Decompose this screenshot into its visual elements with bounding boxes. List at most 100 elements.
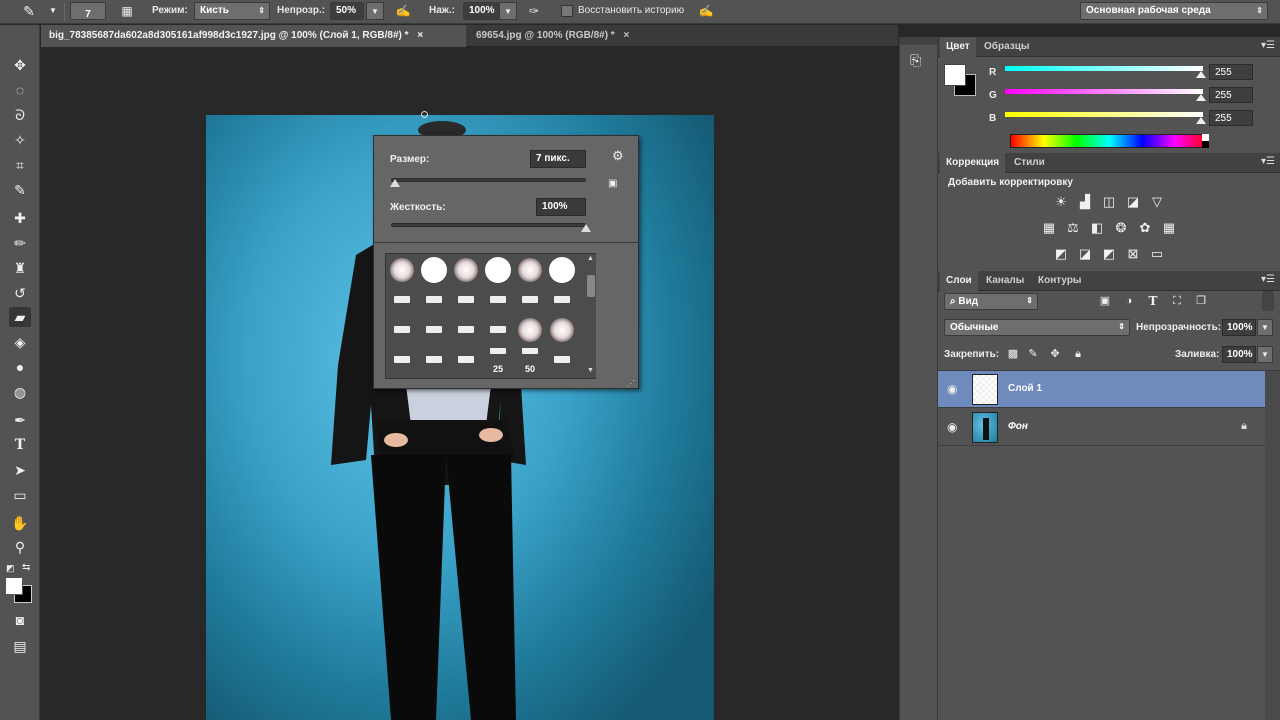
layer-row-layer1[interactable]: ◉ Слой 1: [938, 371, 1265, 408]
quick-selection-tool-icon[interactable]: ✧: [9, 130, 31, 150]
invert-icon[interactable]: ◩: [1052, 245, 1070, 263]
numbered-brush[interactable]: 25: [484, 346, 512, 374]
tab-swatches[interactable]: Образцы: [978, 37, 1035, 57]
red-channel-value[interactable]: 255: [1209, 64, 1253, 80]
panel-menu-icon[interactable]: ▾☰: [1261, 156, 1275, 167]
history-panel-icon[interactable]: ⎘: [910, 52, 921, 69]
slider-thumb[interactable]: [1196, 94, 1206, 101]
panel-menu-icon[interactable]: ▾☰: [1261, 40, 1275, 51]
dodge-tool-icon[interactable]: ◍: [9, 382, 31, 402]
tab-document-1[interactable]: big_78385687da602a8d305161af998d3c1927.j…: [41, 25, 466, 47]
airbrush-icon[interactable]: ✑: [525, 2, 543, 20]
hard-round-brush[interactable]: [484, 256, 512, 284]
scroll-thumb[interactable]: [587, 275, 595, 297]
curves-icon[interactable]: ◫: [1100, 193, 1118, 211]
eraser-tool-icon[interactable]: ✎: [20, 2, 38, 20]
close-icon[interactable]: ×: [623, 30, 629, 41]
tab-layers[interactable]: Слои: [940, 271, 978, 291]
default-colors-icon[interactable]: ◩: [6, 563, 15, 574]
fill-input[interactable]: 100%: [1222, 346, 1256, 363]
photo-filter-icon[interactable]: ❂: [1112, 219, 1130, 237]
hue-saturation-icon[interactable]: ▦: [1040, 219, 1058, 237]
opacity-chevron-icon[interactable]: ▼: [366, 2, 384, 20]
paint-bucket-tool-icon[interactable]: ◈: [9, 332, 31, 352]
layers-scrollbar[interactable]: [1265, 371, 1280, 720]
size-slider-thumb[interactable]: [389, 179, 400, 187]
color-spectrum-bar[interactable]: [1010, 134, 1209, 148]
color-balance-icon[interactable]: ⚖: [1064, 219, 1082, 237]
gear-icon[interactable]: ⚙: [612, 148, 624, 164]
green-channel-slider[interactable]: [1005, 89, 1203, 94]
close-icon[interactable]: ×: [417, 30, 423, 41]
tip-brush[interactable]: [548, 286, 576, 314]
black-white-icon[interactable]: ◧: [1088, 219, 1106, 237]
pen-tool-icon[interactable]: ✒: [9, 410, 31, 430]
foreground-color-swatch[interactable]: [5, 577, 23, 595]
channel-mixer-icon[interactable]: ✿: [1136, 219, 1154, 237]
quick-mask-icon[interactable]: ◙: [9, 610, 31, 630]
tip-brush[interactable]: [452, 286, 480, 314]
tip-brush[interactable]: [452, 346, 480, 374]
green-channel-value[interactable]: 255: [1209, 87, 1253, 103]
eraser-tool-icon[interactable]: ▰: [9, 307, 31, 327]
zoom-tool-icon[interactable]: ⚲: [9, 537, 31, 557]
pressure-opacity-icon[interactable]: ✍: [394, 2, 412, 20]
lock-transparent-icon[interactable]: ▩: [1004, 345, 1022, 363]
soft-round-brush[interactable]: [516, 256, 544, 284]
vibrance-icon[interactable]: ▽: [1148, 193, 1166, 211]
scroll-down-icon[interactable]: ▼: [587, 367, 594, 374]
filter-toggle[interactable]: [1262, 291, 1274, 311]
tip-brush[interactable]: [420, 346, 448, 374]
brightness-contrast-icon[interactable]: ☀: [1052, 193, 1070, 211]
blend-mode-dropdown[interactable]: Обычные ⇕: [944, 319, 1130, 336]
brush-panel-toggle-icon[interactable]: ▦: [118, 2, 136, 20]
mode-dropdown[interactable]: Кисть ⇕: [194, 2, 270, 20]
restore-history-checkbox[interactable]: [561, 5, 573, 17]
history-brush-tool-icon[interactable]: ↺: [9, 283, 31, 303]
hard-round-brush[interactable]: [548, 256, 576, 284]
tool-preset-chevron-icon[interactable]: ▼: [44, 2, 62, 20]
gradient-map-icon[interactable]: ⊠: [1124, 245, 1142, 263]
tip-brush[interactable]: [388, 286, 416, 314]
blur-tool-icon[interactable]: ●: [9, 357, 31, 377]
exposure-icon[interactable]: ◪: [1124, 193, 1142, 211]
soft-round-brush[interactable]: [452, 256, 480, 284]
slider-thumb[interactable]: [1196, 71, 1206, 78]
slider-thumb[interactable]: [1196, 117, 1206, 124]
pressure-input[interactable]: 100%: [463, 2, 499, 20]
healing-brush-tool-icon[interactable]: ✚: [9, 208, 31, 228]
tab-adjustments[interactable]: Коррекция: [940, 153, 1006, 173]
filter-shape-icon[interactable]: ⛶: [1168, 292, 1186, 310]
soft-round-brush[interactable]: [548, 316, 576, 344]
rectangle-tool-icon[interactable]: ▭: [9, 485, 31, 505]
tip-brush[interactable]: [452, 316, 480, 344]
resize-grip-icon[interactable]: ⋰: [627, 379, 635, 388]
type-tool-icon[interactable]: T: [9, 435, 31, 455]
layer-name[interactable]: Слой 1: [1008, 383, 1042, 394]
tab-styles[interactable]: Стили: [1008, 153, 1051, 173]
move-tool-icon[interactable]: ✥: [9, 55, 31, 75]
levels-icon[interactable]: ▟: [1076, 193, 1094, 211]
foreground-color-swatch[interactable]: [944, 64, 966, 86]
layer-row-background[interactable]: ◉ Фон 🔒︎: [938, 409, 1265, 446]
scroll-up-icon[interactable]: ▲: [587, 255, 594, 262]
threshold-icon[interactable]: ◩: [1100, 245, 1118, 263]
tip-brush[interactable]: [484, 316, 512, 344]
layer-name[interactable]: Фон: [1008, 421, 1028, 432]
lock-position-icon[interactable]: ✥: [1046, 345, 1064, 363]
path-selection-tool-icon[interactable]: ➤: [9, 460, 31, 480]
clone-stamp-tool-icon[interactable]: ♜: [9, 258, 31, 278]
screen-mode-icon[interactable]: ▤: [9, 636, 31, 656]
tip-brush[interactable]: [516, 286, 544, 314]
workspace-dropdown[interactable]: Основная рабочая среда ⇕: [1080, 2, 1268, 20]
filter-pixel-icon[interactable]: ▣: [1096, 292, 1114, 310]
filter-adjustment-icon[interactable]: ◑: [1120, 292, 1138, 310]
numbered-brush[interactable]: 50: [516, 346, 544, 374]
selective-color-icon[interactable]: ▭: [1148, 245, 1166, 263]
color-lookup-icon[interactable]: ▦: [1160, 219, 1178, 237]
marquee-tool-icon[interactable]: ◌: [9, 80, 31, 100]
crop-tool-icon[interactable]: ⌗: [9, 155, 31, 175]
filter-smart-object-icon[interactable]: ❐: [1192, 292, 1210, 310]
lock-image-icon[interactable]: ✎: [1024, 345, 1042, 363]
fill-chevron-icon[interactable]: ▼: [1257, 346, 1273, 363]
